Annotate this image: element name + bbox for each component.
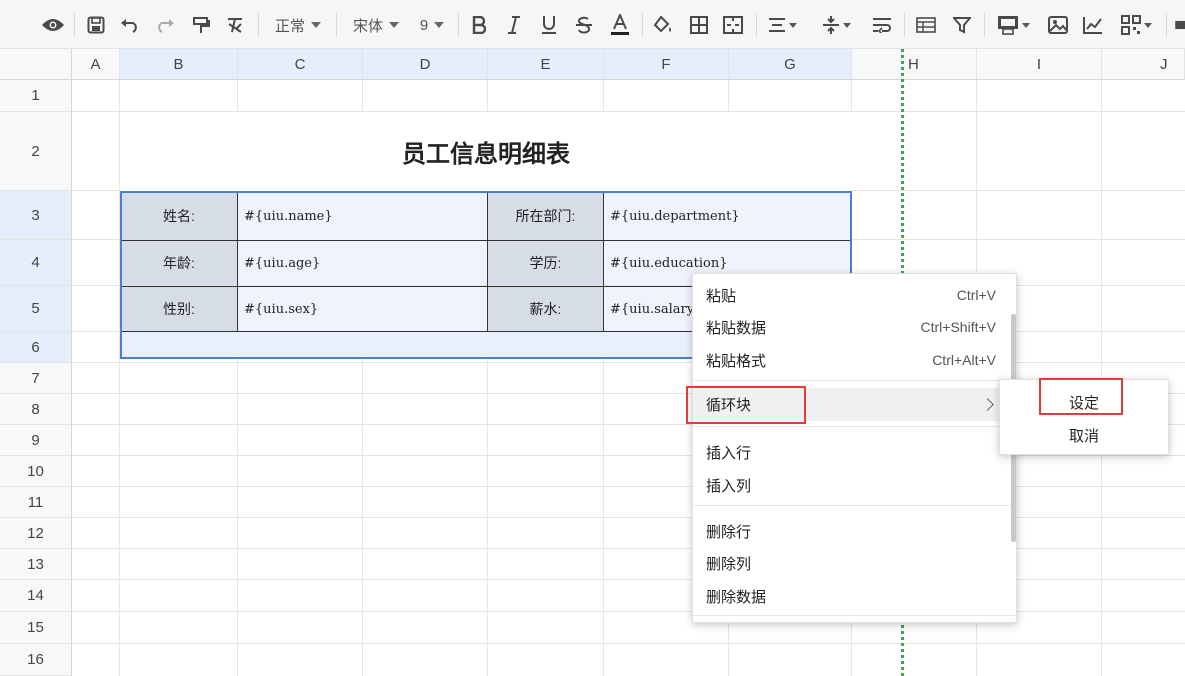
chevron-down-icon <box>434 22 445 28</box>
table-icon[interactable] <box>912 10 940 40</box>
row-header-8[interactable]: 8 <box>0 394 72 425</box>
column-header-a[interactable]: A <box>72 49 120 80</box>
row-header-10[interactable]: 10 <box>0 456 72 487</box>
row-header-6[interactable]: 6 <box>0 332 72 363</box>
column-header-g[interactable]: G <box>729 49 852 80</box>
menu-item-insert-column[interactable]: 插入列 <box>693 470 1016 500</box>
column-header-f[interactable]: F <box>604 49 729 80</box>
chevron-right-icon <box>981 398 994 411</box>
menu-item-label: 粘贴 <box>706 287 737 305</box>
chart-icon[interactable] <box>1079 10 1107 40</box>
column-header-i[interactable]: I <box>977 49 1102 80</box>
font-select-value: 宋体 <box>352 17 383 35</box>
style-select[interactable]: 正常 <box>266 10 330 40</box>
wrap-text-icon[interactable] <box>868 10 896 40</box>
row-header-11[interactable]: 11 <box>0 487 72 518</box>
row-header-15[interactable]: 15 <box>0 612 72 644</box>
menu-item-label: 删除数据 <box>706 588 767 606</box>
menu-item-paste-format[interactable]: 粘贴格式 Ctrl+Alt+V <box>693 345 1016 375</box>
row-header-13[interactable]: 13 <box>0 549 72 580</box>
clear-format-icon[interactable] <box>222 10 248 40</box>
merge-cells-icon[interactable] <box>720 10 746 40</box>
strikethrough-icon[interactable] <box>572 10 596 40</box>
redo-icon[interactable] <box>152 10 178 40</box>
select-all-corner[interactable] <box>0 49 72 80</box>
column-header-h[interactable]: H <box>852 49 977 80</box>
menu-item-paste-data[interactable]: 粘贴数据 Ctrl+Shift+V <box>693 312 1016 342</box>
image-icon[interactable] <box>1044 10 1072 40</box>
menu-item-paste[interactable]: 粘贴 Ctrl+V <box>693 280 1016 310</box>
menu-item-delete-data[interactable]: 删除数据 <box>693 581 1016 611</box>
highlight-box <box>1039 378 1123 415</box>
eye-icon[interactable] <box>38 10 68 40</box>
menu-item-label: 删除列 <box>706 555 752 573</box>
row-header-5[interactable]: 5 <box>0 286 72 332</box>
save-icon[interactable] <box>83 10 109 40</box>
chevron-down-icon <box>311 22 321 28</box>
row-header-7[interactable]: 7 <box>0 363 72 394</box>
menu-item-label: 删除行 <box>706 523 752 541</box>
menu-item-insert-row[interactable]: 插入行 <box>693 437 1016 467</box>
menu-item-delete-column[interactable]: 删除列 <box>693 548 1016 578</box>
column-header-c[interactable]: C <box>238 49 363 80</box>
align-horizontal-icon[interactable] <box>763 10 801 40</box>
menu-item-shortcut: Ctrl+Alt+V <box>932 352 996 368</box>
size-select-value: 9 <box>419 16 429 34</box>
more-icon[interactable] <box>1172 10 1185 40</box>
align-vertical-icon[interactable] <box>815 10 857 40</box>
font-color-icon[interactable] <box>607 10 633 40</box>
underline-icon[interactable] <box>537 10 561 40</box>
row-header-3[interactable]: 3 <box>0 191 72 240</box>
row-header-9[interactable]: 9 <box>0 425 72 456</box>
row-header-12[interactable]: 12 <box>0 518 72 549</box>
format-painter-icon[interactable] <box>188 10 214 40</box>
menu-item-delete-row[interactable]: 删除行 <box>693 516 1016 546</box>
fill-color-icon[interactable] <box>650 10 676 40</box>
borders-icon[interactable] <box>686 10 712 40</box>
column-header-d[interactable]: D <box>363 49 488 80</box>
menu-item-shortcut: Ctrl+Shift+V <box>920 319 996 335</box>
italic-icon[interactable] <box>502 10 526 40</box>
menu-item-shortcut: Ctrl+V <box>956 287 996 303</box>
bold-icon[interactable] <box>467 10 491 40</box>
context-menu: 粘贴 Ctrl+V 粘贴数据 Ctrl+Shift+V 粘贴格式 Ctrl+Al… <box>692 273 1017 623</box>
font-select[interactable]: 宋体 <box>344 10 408 40</box>
menu-item-label: 插入行 <box>706 444 752 462</box>
column-header-b[interactable]: B <box>120 49 238 80</box>
row-header-4[interactable]: 4 <box>0 240 72 286</box>
style-select-value: 正常 <box>274 17 305 35</box>
print-icon[interactable] <box>991 10 1035 40</box>
menu-item-label: 插入列 <box>706 477 752 495</box>
toolbar: 正常 宋体 9 <box>0 0 1185 49</box>
sheet-title[interactable]: 员工信息明细表 <box>120 112 852 191</box>
qrcode-icon[interactable] <box>1114 10 1158 40</box>
column-header-j[interactable]: J <box>1102 49 1185 80</box>
highlight-box <box>686 386 806 424</box>
row-header-14[interactable]: 14 <box>0 580 72 612</box>
menu-item-label: 粘贴数据 <box>706 319 767 337</box>
undo-icon[interactable] <box>117 10 143 40</box>
row-header-2[interactable]: 2 <box>0 112 72 191</box>
row-header-1[interactable]: 1 <box>0 80 72 112</box>
menu-item-label: 粘贴格式 <box>706 352 767 370</box>
filter-icon[interactable] <box>948 10 976 40</box>
column-header-e[interactable]: E <box>488 49 604 80</box>
submenu-item-cancel[interactable]: 取消 <box>1000 420 1168 450</box>
size-select[interactable]: 9 <box>412 10 452 40</box>
chevron-down-icon <box>389 22 399 28</box>
row-header-16[interactable]: 16 <box>0 644 72 676</box>
